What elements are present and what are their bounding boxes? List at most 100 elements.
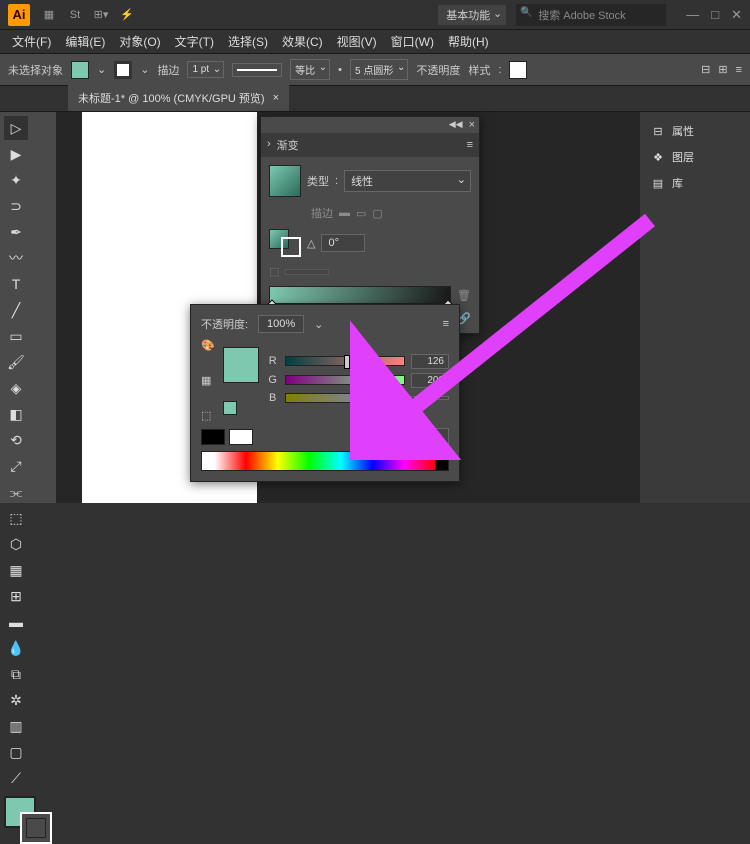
stroke-apply-icon[interactable]: ▭ [356, 207, 366, 220]
stroke-apply-icon[interactable]: ▢ [372, 207, 382, 220]
transform-icon[interactable]: ⊞ [718, 63, 727, 76]
width-tool[interactable]: ⫘ [4, 480, 28, 504]
r-value[interactable]: 126 [411, 354, 449, 369]
color-panel[interactable]: 不透明度: 100% ⌄ ≡ 🎨 ▦ ⬚ R 126 G 200 [190, 304, 460, 482]
fill-stroke-indicator[interactable] [4, 796, 52, 844]
chevron-down-icon[interactable]: ⌄ [140, 63, 149, 76]
panel-menu-icon[interactable]: ≡ [467, 139, 473, 151]
expand-icon[interactable]: › [267, 138, 271, 150]
profile-select[interactable]: 等比 [290, 59, 330, 80]
eyedropper-tool[interactable]: 💧 [4, 636, 28, 660]
maximize-button[interactable]: □ [711, 7, 719, 23]
pen-tool[interactable]: ✒ [4, 220, 28, 244]
color-swatch[interactable] [223, 347, 259, 383]
close-button[interactable]: ✕ [731, 7, 742, 23]
document-tab[interactable]: 未标题-1* @ 100% (CMYK/GPU 预览) × [68, 85, 289, 111]
symbol-sprayer-tool[interactable]: ✲ [4, 688, 28, 712]
style-swatch[interactable] [509, 61, 527, 79]
menu-window[interactable]: 窗口(W) [385, 30, 440, 53]
g-value[interactable]: 200 [411, 373, 449, 388]
opacity-label: 不透明度 [416, 62, 460, 78]
magic-wand-tool[interactable]: ✦ [4, 168, 28, 192]
panel-menu-icon[interactable]: ≡ [736, 64, 742, 76]
small-swatch[interactable] [223, 401, 237, 415]
stroke-swatch[interactable] [114, 61, 132, 79]
swatches-icon[interactable]: ▦ [201, 374, 215, 387]
b-slider[interactable] [285, 393, 405, 403]
rotate-tool[interactable]: ⟲ [4, 428, 28, 452]
fill-swatch[interactable] [71, 61, 89, 79]
gradient-tool[interactable]: ▬ [4, 610, 28, 634]
selection-tool[interactable]: ▷ [4, 116, 28, 140]
arrange-icon[interactable]: ⊞▾ [92, 6, 110, 24]
menu-file[interactable]: 文件(F) [6, 30, 57, 53]
white-swatch[interactable] [229, 429, 253, 445]
black-swatch[interactable] [201, 429, 225, 445]
gradient-panel[interactable]: ◀◀ × › 渐变 ≡ 类型: 线性 描边 ▬ ▭ ▢ △ 0° ⬚ [260, 116, 480, 334]
chevron-down-icon[interactable]: ⌄ [314, 318, 323, 331]
collapse-icon[interactable]: ◀◀ [449, 119, 463, 131]
free-transform-tool[interactable]: ⬚ [4, 506, 28, 530]
panel-layers[interactable]: ❖ 图层 [646, 144, 744, 170]
brush-select[interactable]: 5 点圆形 [350, 59, 408, 80]
panel-menu-icon[interactable]: ≡ [443, 318, 449, 330]
menu-type[interactable]: 文字(T) [169, 30, 220, 53]
panel-libraries[interactable]: ▤ 库 [646, 170, 744, 196]
artboard-tool[interactable]: ▢ [4, 740, 28, 764]
opacity-input[interactable]: 100% [258, 315, 304, 333]
spectrum-picker[interactable] [201, 451, 449, 471]
chevron-down-icon[interactable]: ⌄ [97, 63, 106, 76]
menu-object[interactable]: 对象(O) [113, 30, 166, 53]
align-icon[interactable]: ⊟ [701, 63, 710, 76]
gradient-type-select[interactable]: 线性 [344, 170, 471, 192]
style-label: 样式 [468, 62, 490, 78]
stroke-apply-icon[interactable]: ▬ [339, 207, 350, 219]
shape-builder-tool[interactable]: ⬡ [4, 532, 28, 556]
menu-effect[interactable]: 效果(C) [276, 30, 329, 53]
tab-title: 未标题-1* @ 100% (CMYK/GPU 预览) [78, 90, 265, 106]
close-icon[interactable]: × [469, 119, 475, 131]
menu-edit[interactable]: 编辑(E) [59, 30, 111, 53]
line-tool[interactable]: ╱ [4, 298, 28, 322]
opacity-label: 不透明度: [201, 316, 248, 332]
r-slider[interactable] [285, 356, 405, 366]
graph-tool[interactable]: ▥ [4, 714, 28, 738]
stroke-indicator[interactable] [20, 812, 52, 844]
menu-help[interactable]: 帮助(H) [442, 30, 495, 53]
profile-preview[interactable] [232, 63, 282, 77]
menu-select[interactable]: 选择(S) [222, 30, 274, 53]
curvature-tool[interactable]: 〰 [4, 246, 28, 270]
rectangle-tool[interactable]: ▭ [4, 324, 28, 348]
trash-icon[interactable]: 🗑 [457, 289, 471, 302]
hex-input[interactable]: 7EC8B0 [385, 428, 449, 445]
workspace-switcher[interactable]: 基本功能 [438, 5, 506, 25]
cube-icon[interactable]: ⬚ [201, 409, 215, 422]
stock-icon[interactable]: St [66, 6, 84, 24]
eraser-tool[interactable]: ◧ [4, 402, 28, 426]
palette-icon[interactable]: 🎨 [201, 339, 215, 352]
gpu-icon[interactable]: ⚡ [118, 6, 136, 24]
shaper-tool[interactable]: ◈ [4, 376, 28, 400]
g-slider[interactable] [285, 375, 405, 385]
gradient-slider[interactable] [269, 286, 451, 304]
paintbrush-tool[interactable]: 🖌 [4, 350, 28, 374]
menu-view[interactable]: 视图(V) [331, 30, 383, 53]
b-value[interactable] [411, 396, 449, 400]
slice-tool[interactable]: ⟋ [4, 766, 28, 790]
panel-properties[interactable]: ⊟ 属性 [646, 118, 744, 144]
direct-selection-tool[interactable]: ▶ [4, 142, 28, 166]
gradient-preview[interactable] [269, 165, 301, 197]
mesh-tool[interactable]: ⊞ [4, 584, 28, 608]
angle-input[interactable]: 0° [321, 234, 365, 252]
scale-tool[interactable]: ⤢ [4, 454, 28, 478]
type-tool[interactable]: T [4, 272, 28, 296]
aspect-input[interactable] [285, 269, 329, 275]
lasso-tool[interactable]: ⊃ [4, 194, 28, 218]
perspective-tool[interactable]: ▦ [4, 558, 28, 582]
stroke-weight-input[interactable]: 1 pt [187, 61, 224, 78]
search-input[interactable]: 搜索 Adobe Stock [516, 4, 666, 26]
close-tab-icon[interactable]: × [273, 92, 279, 104]
blend-tool[interactable]: ⧉ [4, 662, 28, 686]
bridge-icon[interactable]: ▦ [40, 6, 58, 24]
minimize-button[interactable]: — [686, 7, 699, 23]
